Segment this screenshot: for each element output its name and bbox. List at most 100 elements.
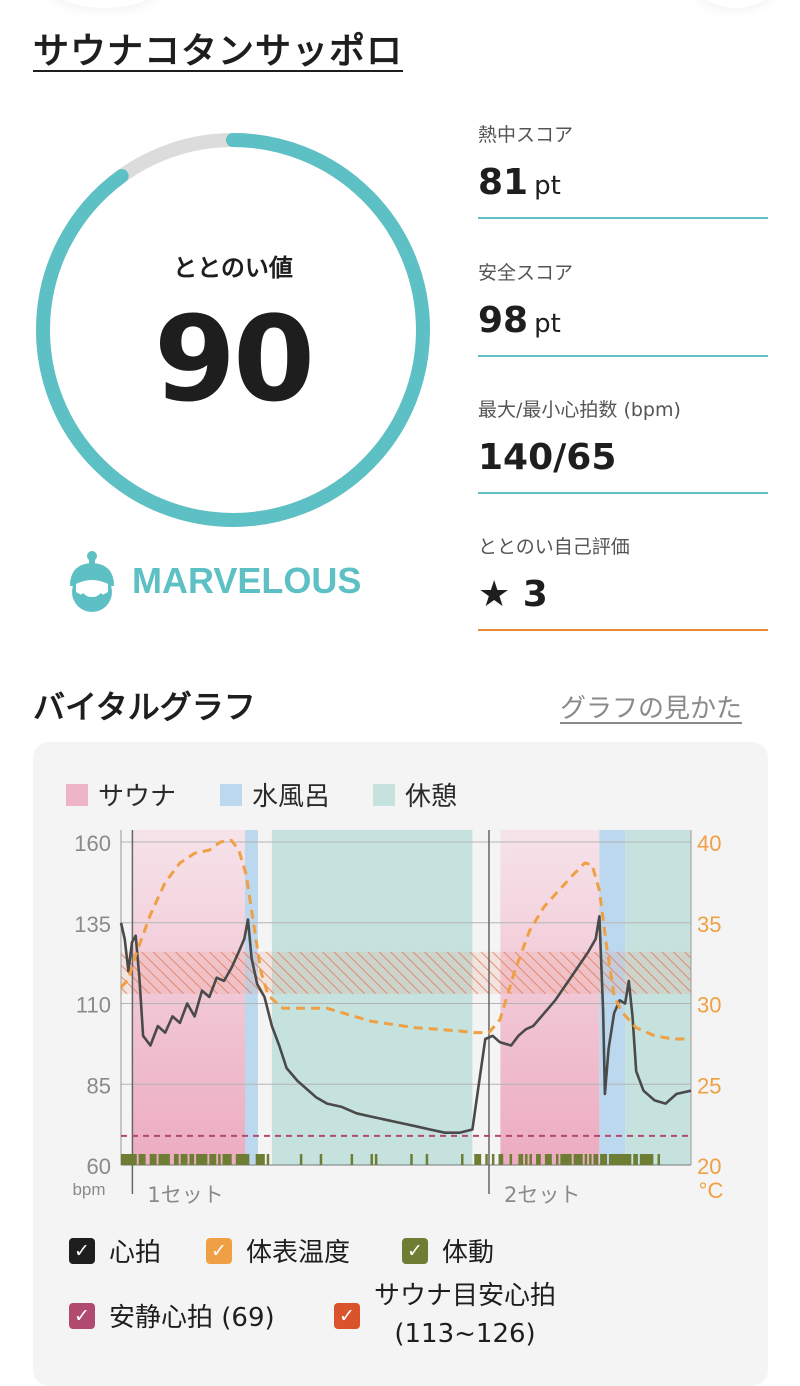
score-value: 90 [153, 290, 315, 428]
movement-mark [149, 1154, 153, 1165]
movement-mark [204, 1154, 208, 1165]
movement-mark [549, 1154, 552, 1165]
movement-mark [374, 1154, 378, 1165]
movement-mark [562, 1154, 566, 1165]
metric-label: 最大/最小心拍数 (bpm) [478, 399, 681, 421]
y-left-tick: 160 [74, 831, 111, 856]
movement-mark [617, 1154, 621, 1165]
movement-mark [604, 1154, 608, 1165]
graph-help-link[interactable]: グラフの見かた [560, 688, 742, 725]
movement-mark [262, 1154, 265, 1165]
movement-mark [425, 1154, 429, 1165]
y-right-tick: 35 [697, 912, 721, 937]
movement-mark [158, 1154, 162, 1165]
movement-mark [162, 1154, 166, 1165]
movement-mark [646, 1154, 649, 1165]
movement-mark [350, 1154, 354, 1165]
y-right-tick: 30 [697, 993, 721, 1018]
movement-mark [555, 1154, 559, 1165]
metric-divider [478, 355, 768, 357]
phase-sauna [500, 830, 600, 1165]
movement-mark [589, 1154, 592, 1165]
toggle-movement[interactable]: ✓ 体動 [402, 1232, 494, 1269]
y-left-tick: 110 [76, 993, 111, 1018]
checkbox-icon[interactable]: ✓ [69, 1237, 95, 1264]
movement-mark [160, 1154, 164, 1165]
movement-mark [180, 1154, 184, 1165]
movement-mark [121, 1154, 124, 1165]
movement-mark [547, 1154, 550, 1165]
movement-mark [628, 1154, 632, 1165]
phase-rest [625, 830, 691, 1165]
movement-mark [410, 1154, 413, 1165]
movement-mark [165, 1154, 168, 1165]
movement-mark [593, 1154, 596, 1165]
movement-mark [266, 1154, 270, 1165]
movement-mark [648, 1154, 652, 1165]
movement-mark [544, 1154, 548, 1165]
movement-mark [222, 1154, 226, 1165]
movement-mark [140, 1154, 144, 1165]
score-label: ととのい値 [173, 254, 293, 282]
movement-mark [202, 1154, 206, 1165]
movement-mark [569, 1154, 572, 1165]
movement-mark [143, 1154, 146, 1165]
y-left-tick: 60 [87, 1154, 111, 1179]
movement-mark [595, 1154, 599, 1165]
movement-mark [478, 1154, 482, 1165]
toggle-label-range: (113~126) [394, 1318, 536, 1349]
movement-mark [218, 1154, 221, 1165]
metric-label: 熱中スコア [478, 124, 574, 146]
movement-mark [639, 1154, 643, 1165]
movement-mark [619, 1154, 623, 1165]
movement-mark [134, 1154, 137, 1165]
movement-mark [242, 1154, 245, 1165]
toggle-label: サウナ目安心拍 [374, 1281, 557, 1311]
movement-mark [500, 1154, 504, 1165]
movement-mark [622, 1154, 625, 1165]
metric-value: 81 pt [478, 162, 561, 203]
movement-mark [138, 1154, 142, 1165]
top-right-button-edge[interactable] [690, 0, 780, 8]
movement-mark [299, 1154, 303, 1165]
movement-mark [566, 1154, 570, 1165]
top-left-button-edge[interactable] [40, 0, 170, 8]
facility-title[interactable]: サウナコタンサッポロ [33, 22, 403, 74]
checkbox-icon[interactable]: ✓ [206, 1237, 232, 1264]
movement-mark [613, 1154, 616, 1165]
self-rating-value[interactable]: ★ 3 [478, 577, 768, 629]
metric-self-rating[interactable]: ととのい自己評価 ★ 3 [478, 532, 768, 631]
toggle-skin-temp[interactable]: ✓ 体表温度 [206, 1232, 350, 1269]
movement-mark [650, 1154, 654, 1165]
movement-mark [229, 1154, 232, 1165]
metric-divider [478, 492, 768, 494]
checkbox-icon[interactable]: ✓ [402, 1237, 428, 1264]
movement-mark [573, 1154, 577, 1165]
movement-mark [167, 1154, 170, 1165]
metric-label: 安全スコア [478, 262, 574, 284]
phase-rest [271, 830, 473, 1165]
movement-mark [584, 1154, 588, 1165]
movement-mark [154, 1154, 157, 1165]
metric-divider [478, 629, 768, 631]
movement-mark [246, 1154, 250, 1165]
movement-mark [244, 1154, 248, 1165]
movement-mark [198, 1154, 201, 1165]
y-right-tick: 40 [697, 831, 721, 856]
movement-mark [319, 1154, 323, 1165]
movement-mark [213, 1154, 217, 1165]
x-label-set: 2セット [504, 1183, 580, 1207]
y-left-unit: bpm [72, 1180, 105, 1199]
movement-mark [518, 1154, 521, 1165]
movement-mark [635, 1154, 638, 1165]
movement-mark [657, 1154, 661, 1165]
toggle-heart-rate[interactable]: ✓ 心拍 [69, 1232, 161, 1269]
toggle-sauna-target-hr[interactable]: ✓ サウナ目安心拍 (113~126) [334, 1278, 556, 1353]
vital-graph-title: バイタルグラフ [33, 688, 256, 726]
movement-mark [132, 1154, 135, 1165]
y-right-tick: 25 [697, 1073, 721, 1098]
checkbox-icon[interactable]: ✓ [334, 1302, 360, 1329]
toggle-resting-hr[interactable]: ✓ 安静心拍 (69) [69, 1297, 275, 1334]
checkbox-icon[interactable]: ✓ [69, 1302, 95, 1329]
movement-mark [182, 1154, 186, 1165]
